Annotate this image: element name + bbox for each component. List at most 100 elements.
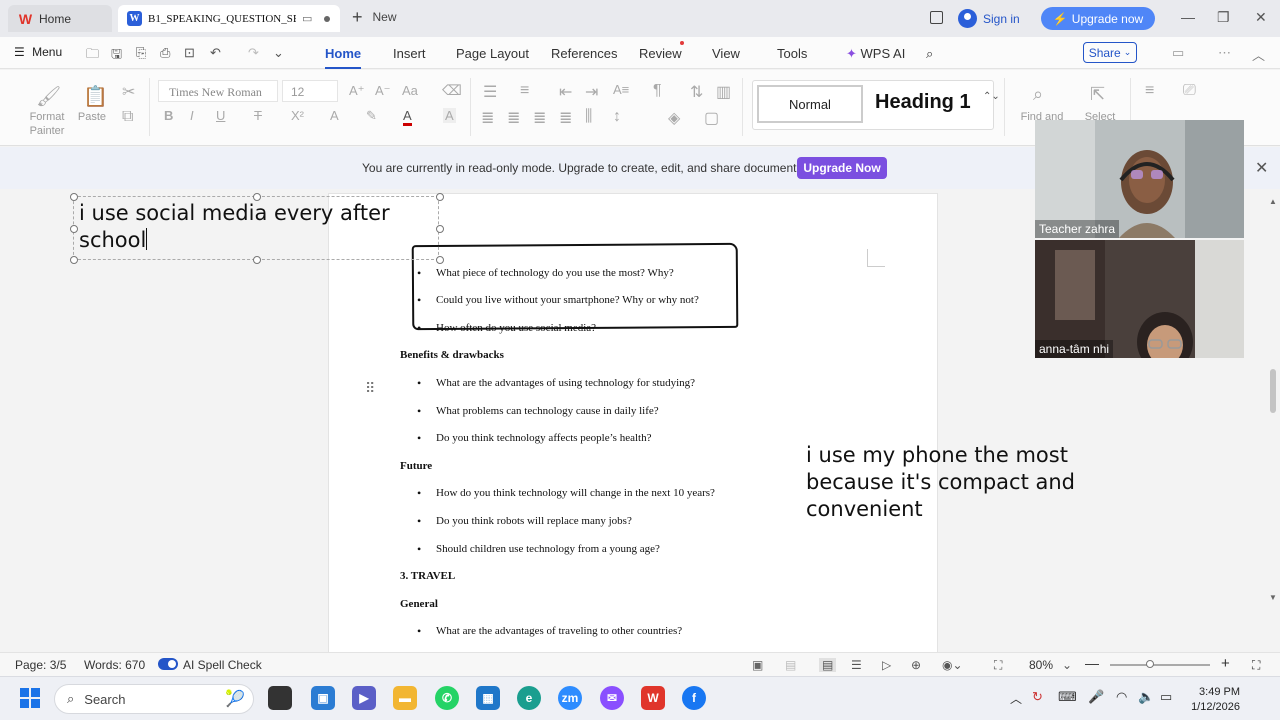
whatsapp-icon[interactable]: ✆: [435, 686, 459, 710]
shading-icon[interactable]: ◈: [668, 108, 680, 128]
decrease-indent-icon[interactable]: ⇤: [559, 82, 572, 102]
task-view-icon[interactable]: [268, 686, 292, 710]
resize-handle[interactable]: [70, 256, 78, 264]
keyboard-icon[interactable]: ⌨: [1058, 689, 1077, 705]
resize-handle[interactable]: [253, 193, 261, 201]
grow-font-icon[interactable]: A⁺: [349, 83, 365, 99]
page-indicator[interactable]: Page: 3/5: [15, 658, 66, 672]
file-explorer-icon[interactable]: ▬: [393, 686, 417, 710]
paragraph-mark-icon[interactable]: ¶: [653, 82, 662, 100]
strikethrough-icon[interactable]: T: [254, 108, 262, 123]
tab-insert[interactable]: Insert: [393, 46, 426, 61]
wifi-icon[interactable]: ◠: [1116, 689, 1127, 705]
italic-icon[interactable]: I: [190, 108, 194, 123]
align-left-icon[interactable]: ≣: [481, 108, 494, 128]
font-size-select[interactable]: 12: [282, 80, 338, 102]
windows-start-icon[interactable]: [18, 686, 42, 710]
line-spacing-icon[interactable]: ↕: [613, 108, 621, 126]
char-spacing-icon[interactable]: A≡: [613, 82, 629, 97]
minimize-icon[interactable]: —: [1181, 9, 1195, 25]
close-banner-icon[interactable]: ✕: [1255, 158, 1268, 178]
collapse-ribbon-icon[interactable]: ︿: [1252, 45, 1265, 64]
scroll-down-icon[interactable]: ▼: [1269, 593, 1277, 602]
edge-icon[interactable]: e: [517, 686, 541, 710]
spell-check-toggle[interactable]: [158, 658, 178, 670]
scrollbar-thumb[interactable]: [1270, 369, 1276, 413]
style-heading-1[interactable]: Heading 1: [875, 91, 971, 114]
find-icon[interactable]: ⌕: [1033, 84, 1043, 105]
close-window-icon[interactable]: ✕: [1255, 9, 1267, 26]
video-tile-teacher[interactable]: Teacher zahra: [1035, 120, 1244, 238]
text-effect-icon[interactable]: A: [330, 108, 339, 123]
menu-button[interactable]: ☰ Menu: [14, 45, 62, 59]
tab-view[interactable]: View: [712, 46, 740, 61]
annotation-textbox[interactable]: i use social media every after school: [70, 193, 444, 264]
zoom-dropdown-icon[interactable]: ⌄: [1062, 658, 1072, 672]
zoom-app-icon[interactable]: zm: [558, 686, 582, 710]
read-mode-icon[interactable]: ▣: [752, 658, 763, 672]
play-icon[interactable]: ▷: [882, 658, 891, 672]
web-view-icon[interactable]: ⊕: [911, 658, 921, 672]
new-tab-button[interactable]: + New: [352, 8, 397, 26]
borders-icon[interactable]: ▢: [704, 108, 719, 128]
paste-icon[interactable]: 📋: [83, 84, 108, 109]
zoom-in-icon[interactable]: +: [1221, 655, 1230, 672]
print-icon[interactable]: ⎙: [160, 45, 170, 61]
taskbar-search[interactable]: ⌕ Search 🎾: [54, 684, 254, 714]
select-cursor-icon[interactable]: ⇱: [1090, 84, 1105, 105]
wps-office-icon[interactable]: W: [641, 686, 665, 710]
font-color-icon[interactable]: A: [403, 108, 412, 126]
open-folder-icon[interactable]: 🗀: [86, 45, 99, 67]
text-direction-icon[interactable]: ≡: [1145, 82, 1154, 100]
tab-home[interactable]: W Home: [8, 5, 112, 32]
tab-document[interactable]: W B1_SPEAKING_QUESTION_SET ▭: [118, 5, 340, 32]
format-painter-icon[interactable]: 🖌: [36, 84, 61, 109]
resize-handle[interactable]: [70, 193, 78, 201]
volume-icon[interactable]: 🔈: [1138, 689, 1154, 705]
superscript-icon[interactable]: X²: [291, 108, 304, 123]
numbering-icon[interactable]: ≡: [520, 82, 529, 100]
document-page[interactable]: What piece of technology do you use the …: [328, 193, 938, 652]
vertical-scrollbar[interactable]: ▲ ▼: [1269, 189, 1277, 652]
more-icon[interactable]: ⋯: [1218, 45, 1231, 61]
fullscreen-icon[interactable]: ⛶: [1252, 658, 1260, 673]
eye-protection-icon[interactable]: ◉⌄: [942, 658, 963, 672]
zoom-slider-knob[interactable]: [1146, 660, 1154, 668]
drag-handle-icon[interactable]: ⠿: [365, 380, 375, 397]
microphone-icon[interactable]: 🎤: [1088, 689, 1104, 705]
maximize-icon[interactable]: ❐: [1217, 9, 1230, 26]
shrink-font-icon[interactable]: A⁻: [375, 83, 391, 99]
scroll-up-icon[interactable]: ▲: [1269, 197, 1277, 206]
cut-icon[interactable]: ✂: [122, 82, 135, 102]
zoom-level[interactable]: 80%: [1029, 658, 1053, 672]
outline-view-icon[interactable]: ☰: [851, 658, 862, 672]
tray-app-icon[interactable]: ↻: [1032, 689, 1043, 705]
layout-icon[interactable]: ▤: [785, 658, 796, 672]
font-family-select[interactable]: Times New Roman: [158, 80, 278, 102]
bold-icon[interactable]: B: [164, 108, 173, 123]
store-icon[interactable]: ▦: [476, 686, 500, 710]
resize-handle[interactable]: [70, 225, 78, 233]
column-icon[interactable]: ▥: [716, 82, 731, 102]
resize-handle[interactable]: [436, 256, 444, 264]
tab-references[interactable]: References: [551, 46, 617, 61]
tab-home-ribbon[interactable]: Home: [325, 46, 362, 69]
page-view-icon[interactable]: ▤: [819, 658, 837, 672]
facebook-icon[interactable]: f: [682, 686, 706, 710]
resize-handle[interactable]: [436, 193, 444, 201]
annotation-text-2[interactable]: i use my phone the most because it's com…: [806, 442, 1106, 523]
align-right-icon[interactable]: ≣: [533, 108, 546, 128]
video-tile-student[interactable]: anna-tâm nhi: [1035, 240, 1244, 358]
tab-review[interactable]: Review: [639, 46, 682, 61]
sort-icon[interactable]: ⇅: [690, 82, 703, 102]
justify-icon[interactable]: ≣: [559, 108, 572, 128]
system-clock[interactable]: 3:49 PM 1/12/2026: [1190, 685, 1240, 715]
redo-icon[interactable]: ↷: [248, 45, 259, 61]
tab-page-layout[interactable]: Page Layout: [456, 46, 529, 61]
zoom-slider[interactable]: [1110, 664, 1210, 666]
copy-icon[interactable]: ⧉: [122, 108, 133, 126]
style-normal[interactable]: Normal: [757, 85, 863, 123]
align-center-icon[interactable]: ≣: [507, 108, 520, 128]
sign-in-button[interactable]: Sign in: [958, 9, 1020, 28]
styles-scroll-icon[interactable]: ⌃⌄: [983, 91, 1000, 102]
